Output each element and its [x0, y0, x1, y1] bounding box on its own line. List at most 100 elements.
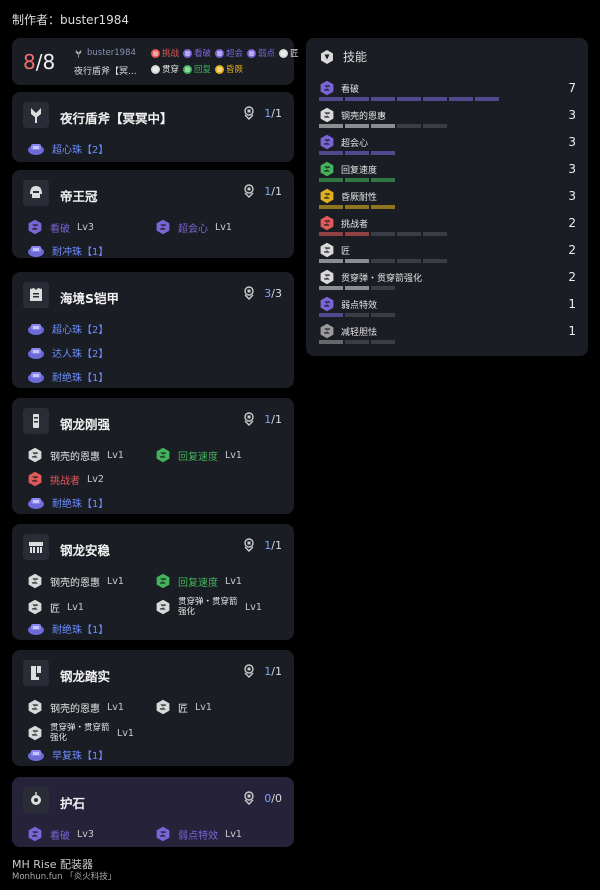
skill-level-segment	[319, 286, 343, 290]
skill-row[interactable]: 弱点特效 1	[319, 296, 576, 320]
skill-item[interactable]: 匠 Lv1	[155, 699, 283, 715]
skill-row[interactable]: 钢壳的恩惠 3	[319, 107, 576, 131]
skill-level-segment	[371, 340, 395, 344]
skill-level: 1	[568, 297, 576, 311]
skill-level-segment	[319, 124, 343, 128]
skill-level: 3	[568, 135, 576, 149]
skill-row[interactable]: 挑战者 2	[319, 215, 576, 239]
decoration-item[interactable]: 耐绝珠【1】	[27, 621, 108, 636]
waist-icon	[23, 534, 49, 560]
skill-item[interactable]: 回复速度 Lv1	[155, 573, 283, 589]
skill-row[interactable]: 回复速度 3	[319, 161, 576, 185]
skill-gem-icon	[156, 699, 170, 715]
decoration-item[interactable]: 早复珠【1】	[27, 747, 108, 762]
skill-level-segment	[319, 97, 343, 101]
skill-level-bar	[319, 259, 447, 263]
skill-row[interactable]: 贯穿弹・贯穿箭强化 2	[319, 269, 576, 293]
skill-item[interactable]: 钢壳的恩惠 Lv1	[27, 573, 155, 589]
skill-level-segment	[449, 97, 473, 101]
skills-title: 技能	[343, 50, 368, 64]
slot-counter: 1/1	[242, 106, 282, 120]
slot-icon	[244, 664, 254, 678]
skill-level-bar	[319, 178, 395, 182]
equipment-card[interactable]: 帝王冠 1/1 看破 Lv3 超会心 Lv1 耐冲珠【1】	[12, 170, 294, 258]
equipment-row: 看破 Lv3 弱点特效 Lv1	[27, 826, 286, 842]
skill-item[interactable]: 回复速度 Lv1	[155, 447, 283, 463]
skill-level-segment	[345, 313, 369, 317]
decoration-item[interactable]: 耐冲珠【1】	[27, 243, 108, 258]
equipment-card[interactable]: 海境S铠甲 3/3 超心珠【2】 达人珠【2】 耐绝珠【1】	[12, 272, 294, 388]
author-label: 制作者：buster1984	[12, 13, 130, 27]
skill-level-segment	[371, 151, 395, 155]
skill-gem-icon	[156, 447, 170, 463]
slot-counter: 1/1	[242, 664, 282, 678]
skill-item[interactable]: 匠 Lv1	[27, 599, 155, 615]
skill-level-segment	[397, 259, 421, 263]
skill-item[interactable]: 挑战者 Lv2	[27, 471, 155, 487]
skill-name: 回复速度	[319, 161, 377, 177]
equipment-card[interactable]: 钢龙安稳 1/1 钢壳的恩惠 Lv1 回复速度 Lv1 匠 Lv1 贯穿弹・贯穿箭强化 Lv1 耐…	[12, 524, 294, 640]
skill-gem-icon	[320, 188, 334, 204]
decoration-item[interactable]: 超心珠【2】	[27, 321, 108, 336]
skill-gem-icon	[28, 471, 42, 487]
skill-item[interactable]: 贯穿弹・贯穿箭强化 Lv1	[27, 723, 155, 743]
equipment-row: 达人珠【2】	[27, 345, 286, 360]
slot-icon	[244, 184, 254, 198]
decoration-item[interactable]: 达人珠【2】	[27, 345, 108, 360]
skill-name: 超会心	[319, 134, 368, 150]
skill-dot-icon	[183, 48, 193, 58]
skill-item[interactable]: 钢壳的恩惠 Lv1	[27, 699, 155, 715]
skill-dot-icon	[215, 64, 225, 74]
skill-level-segment	[397, 232, 421, 236]
skill-level-segment	[371, 124, 395, 128]
skill-gem-icon	[321, 49, 333, 64]
decoration-item[interactable]: 超心珠【2】	[27, 141, 108, 156]
skill-item[interactable]: 贯穿弹・贯穿箭强化 Lv1	[155, 597, 283, 617]
skill-gem-icon	[156, 219, 170, 235]
skill-item[interactable]: 看破 Lv3	[27, 219, 155, 235]
skill-level-bar	[319, 232, 447, 236]
equipment-card[interactable]: 钢龙刚强 1/1 钢壳的恩惠 Lv1 回复速度 Lv1 挑战者 Lv2 耐绝珠【1】	[12, 398, 294, 514]
skill-level-segment	[345, 259, 369, 263]
equipment-row: 钢壳的恩惠 Lv1 回复速度 Lv1	[27, 573, 286, 589]
user-line: buster1984	[74, 48, 136, 58]
equipment-name: 钢龙安稳	[60, 543, 111, 558]
equipment-card[interactable]: 夜行盾斧【冥冥中】 1/1 超心珠【2】	[12, 92, 294, 162]
skill-level-segment	[319, 205, 343, 209]
summary-tag: 昏厥	[215, 63, 243, 75]
slot-counter: 0/0	[242, 791, 282, 805]
skill-dot-icon	[183, 64, 193, 74]
build-summary[interactable]: 8/8 buster1984 夜行盾斧【冥... 挑战 看破 超会 弱点匠贯穿 回复 昏厥	[12, 38, 299, 85]
slot-icon	[244, 791, 254, 805]
skill-row[interactable]: 匠 2	[319, 242, 576, 266]
skill-item[interactable]: 超会心 Lv1	[155, 219, 283, 235]
equipment-name: 钢龙刚强	[60, 417, 111, 432]
skill-item[interactable]: 钢壳的恩惠 Lv1	[27, 447, 155, 463]
equipment-row: 早复珠【1】	[27, 747, 286, 762]
leg-icon	[23, 660, 49, 686]
skill-row[interactable]: 超会心 3	[319, 134, 576, 158]
decoration-item[interactable]: 耐绝珠【1】	[27, 369, 108, 384]
skill-row[interactable]: 减轻胆怯 1	[319, 323, 576, 347]
equipment-card[interactable]: 护石 0/0 看破 Lv3 弱点特效 Lv1	[12, 777, 294, 847]
skill-level-segment	[345, 286, 369, 290]
skill-row[interactable]: 看破 7	[319, 80, 576, 104]
skill-level-segment	[475, 97, 499, 101]
skill-gem-icon	[28, 573, 42, 589]
skill-name: 挑战者	[319, 215, 368, 231]
skill-level-segment	[371, 286, 395, 290]
skill-gem-icon	[320, 323, 334, 339]
decoration-icon	[28, 323, 44, 335]
decoration-icon	[28, 497, 44, 509]
equipment-row: 匠 Lv1 贯穿弹・贯穿箭强化 Lv1	[27, 597, 286, 617]
slot-counter: 1/1	[242, 538, 282, 552]
decoration-item[interactable]: 耐绝珠【1】	[27, 495, 108, 510]
skill-gem-icon	[28, 219, 42, 235]
skill-item[interactable]: 看破 Lv3	[27, 826, 155, 842]
skill-item[interactable]: 弱点特效 Lv1	[155, 826, 283, 842]
helm-icon	[23, 180, 49, 206]
equipment-card[interactable]: 钢龙踏实 1/1 钢壳的恩惠 Lv1 匠 Lv1 贯穿弹・贯穿箭强化 Lv1 早复珠【1】	[12, 650, 294, 766]
skill-level-segment	[371, 259, 395, 263]
skill-row[interactable]: 昏厥耐性 3	[319, 188, 576, 212]
skill-level-bar	[319, 151, 395, 155]
